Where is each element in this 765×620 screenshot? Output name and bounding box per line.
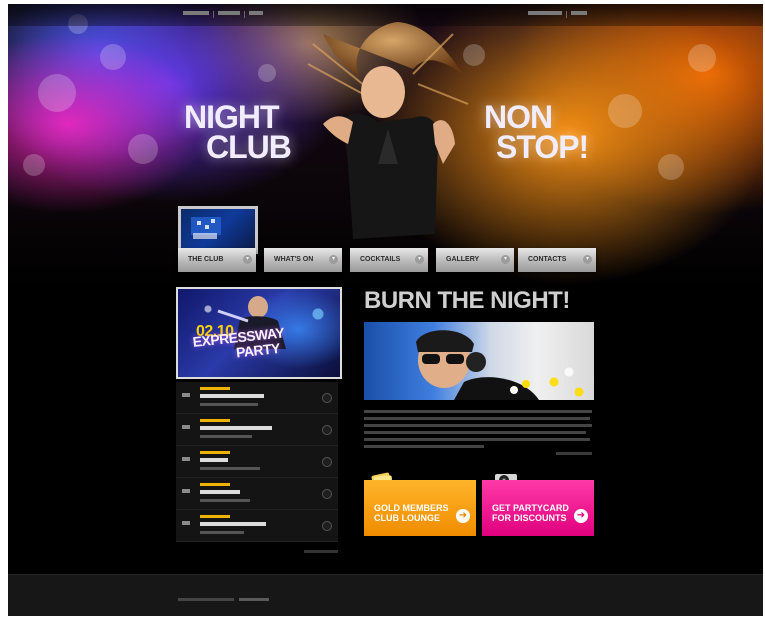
event-subtitle: [200, 403, 258, 406]
event-item[interactable]: [176, 446, 338, 478]
event-number: [182, 521, 190, 525]
hero-title-line: STOP!: [496, 129, 589, 165]
nav-label: THE CLUB: [188, 256, 224, 263]
bokeh-light: [128, 134, 158, 164]
footer: [8, 574, 763, 616]
top-link[interactable]: [218, 11, 240, 15]
body-text-line: [364, 431, 586, 434]
nav-label: WHAT'S ON: [274, 256, 314, 263]
event-item[interactable]: [176, 414, 338, 446]
event-title: [200, 458, 228, 462]
read-more-link[interactable]: [556, 452, 592, 455]
hero-title-line: NON: [484, 99, 553, 135]
dj-headphones-photo: [364, 322, 594, 400]
dancer-photo: [307, 22, 469, 239]
top-link[interactable]: [571, 11, 587, 15]
hero-title-line: CLUB: [206, 129, 292, 165]
event-more-button[interactable]: [322, 457, 332, 467]
club-logo-icon: [191, 217, 221, 239]
event-subtitle: [200, 499, 250, 502]
gold-members-label: GOLD MEMBERS CLUB LOUNGE: [374, 503, 454, 523]
event-date: [200, 483, 230, 486]
privacy-policy-link[interactable]: [239, 598, 270, 601]
event-number: [182, 489, 190, 493]
top-link[interactable]: [249, 11, 263, 15]
arrow-right-icon: ➜: [456, 509, 470, 523]
hero-title-line: NIGHT: [184, 99, 280, 135]
event-subtitle: [200, 531, 244, 534]
bokeh-light: [608, 94, 642, 128]
event-more-button[interactable]: [322, 521, 332, 531]
event-date: [200, 387, 230, 390]
event-date: [200, 451, 230, 454]
event-title: [200, 490, 240, 494]
chevron-down-icon: ▾: [415, 255, 424, 264]
body-text-line: [364, 417, 590, 420]
top-link[interactable]: [528, 11, 562, 15]
body-text-line: [364, 410, 592, 413]
copyright-text: [178, 598, 234, 601]
chevron-down-icon: ▾: [243, 255, 252, 264]
event-title: [200, 522, 266, 526]
event-more-button[interactable]: [322, 425, 332, 435]
partycard-line: GET PARTYCARD: [492, 503, 569, 513]
event-number: [182, 425, 190, 429]
footer-copyright: [178, 597, 270, 602]
bokeh-light: [258, 64, 276, 82]
chevron-down-icon: ▾: [329, 255, 338, 264]
chevron-down-icon: ▾: [501, 255, 510, 264]
event-subtitle: [200, 467, 260, 470]
bokeh-light: [100, 44, 126, 70]
event-title: [200, 426, 272, 430]
nav-gallery[interactable]: GALLERY ▾: [436, 248, 514, 272]
nav-contacts[interactable]: CONTACTS ▾: [518, 248, 596, 272]
nav-whats-on[interactable]: WHAT'S ON ▾: [264, 248, 342, 272]
nav-the-club[interactable]: THE CLUB ▾: [178, 248, 256, 272]
nav-label: CONTACTS: [528, 256, 567, 263]
body-text-line: [364, 445, 484, 448]
bokeh-light: [688, 44, 716, 72]
event-more-button[interactable]: [322, 489, 332, 499]
partycard-line: FOR DISCOUNTS: [492, 513, 567, 523]
event-number: [182, 457, 190, 461]
divider: [566, 11, 567, 18]
event-item[interactable]: [176, 382, 338, 414]
body-text-line: [364, 424, 592, 427]
nav-label: COCKTAILS: [360, 256, 401, 263]
all-events-link[interactable]: [304, 550, 338, 553]
top-link[interactable]: [183, 11, 209, 15]
event-item[interactable]: [176, 510, 338, 542]
divider: [213, 11, 214, 18]
hero-title-right: NON STOP!: [484, 99, 589, 165]
main-headline: BURN THE NIGHT!: [364, 287, 570, 314]
event-subtitle: [200, 435, 252, 438]
partycard-label: GET PARTYCARD FOR DISCOUNTS: [492, 503, 572, 523]
arrow-right-icon: ➜: [574, 509, 588, 523]
gold-members-line: CLUB LOUNGE: [374, 513, 440, 523]
club-thumbnail[interactable]: [178, 206, 258, 254]
body-text-line: [364, 438, 590, 441]
chevron-down-icon: ▾: [583, 255, 592, 264]
gold-members-line: GOLD MEMBERS: [374, 503, 449, 513]
partycard-button[interactable]: GET PARTYCARD FOR DISCOUNTS ➜: [482, 480, 594, 536]
divider: [244, 11, 245, 18]
bokeh-light: [658, 154, 684, 180]
bokeh-light: [38, 74, 76, 112]
event-more-button[interactable]: [322, 393, 332, 403]
event-title: [200, 394, 264, 398]
expressway-party-banner[interactable]: 02.10 EXPRESSWAY PARTY: [176, 287, 342, 379]
page: NIGHT CLUB NON STOP! THE CLUB ▾ WHAT'S O…: [8, 4, 763, 616]
nav-cocktails[interactable]: COCKTAILS ▾: [350, 248, 428, 272]
bokeh-light: [23, 154, 45, 176]
event-number: [182, 393, 190, 397]
event-date: [200, 419, 230, 422]
event-date: [200, 515, 230, 518]
hero-title-left: NIGHT CLUB: [184, 99, 292, 165]
event-item[interactable]: [176, 478, 338, 510]
dj-figure: [416, 330, 539, 400]
nav-label: GALLERY: [446, 256, 480, 263]
gold-members-button[interactable]: GOLD MEMBERS CLUB LOUNGE ➜: [364, 480, 476, 536]
